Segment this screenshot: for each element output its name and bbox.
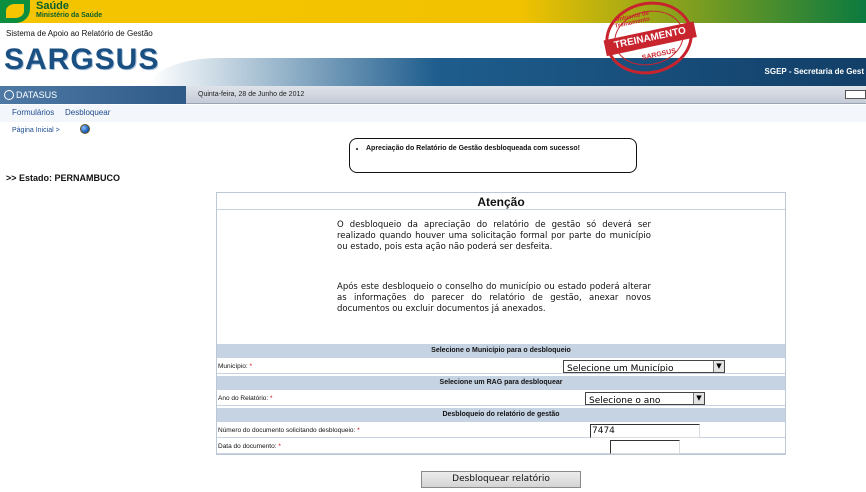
desbloquear-button[interactable]: Desbloquear relatório: [421, 471, 581, 488]
section-rag: Selecione um RAG para desbloquear: [217, 376, 785, 390]
estado-label: >> Estado: PERNAMBUCO: [6, 173, 121, 183]
row-ano: Ano do Relatório: * Selecione o ano ▼: [217, 391, 785, 406]
datasus-icon: [4, 90, 14, 100]
success-message: Apreciação do Relatório de Gestão desblo…: [366, 145, 580, 152]
label-ano: Ano do Relatório: *: [218, 395, 273, 402]
row-municipio: Município: * Selecione um Município ▼: [217, 359, 785, 374]
municipio-select-value: Selecione um Município: [567, 364, 674, 373]
app-logo: SARGSUS: [4, 43, 160, 76]
top-banner: Saúde Ministério da Saúde: [0, 0, 866, 23]
breadcrumb-home[interactable]: Página Inicial >: [12, 127, 60, 134]
ministerio-text: Ministério da Saúde: [36, 12, 103, 19]
secretaria-label: SGEP - Secretaria de Gest: [764, 67, 864, 76]
unlock-panel: Atenção O desbloqueio da apreciação do r…: [216, 192, 786, 455]
system-subtitle: Sistema de Apoio ao Relatório de Gestão: [6, 29, 153, 38]
nav-desbloquear[interactable]: Desbloquear: [65, 108, 110, 117]
label-data: Data do documento: *: [218, 443, 281, 450]
datasus-label: DATASUS: [16, 90, 58, 100]
row-data: Data do documento: *: [217, 439, 785, 454]
section-municipio: Selecione o Município para o desbloqueio: [217, 344, 785, 358]
saude-logo-text: Saúde: [36, 0, 70, 12]
nav-formularios[interactable]: Formulários: [12, 108, 54, 117]
header-swoosh: [150, 58, 866, 86]
datasus-bar: DATASUS Quinta-feira, 28 de Junho de 201…: [0, 86, 866, 104]
top-nav: Formulários Desbloquear: [0, 105, 866, 122]
label-municipio: Município: *: [218, 363, 252, 370]
current-date: Quinta-feira, 28 de Junho de 2012: [198, 91, 305, 98]
panel-title: Atenção: [477, 195, 525, 209]
section-desbloqueio: Desbloqueio do relatório de gestão: [217, 408, 785, 422]
ano-select[interactable]: Selecione o ano ▼: [585, 392, 705, 405]
municipio-select[interactable]: Selecione um Município ▼: [563, 360, 725, 373]
row-numero: Número do documento solicitando desbloqu…: [217, 423, 785, 438]
warning-paragraph-1: O desbloqueio da apreciação do relatório…: [337, 220, 651, 252]
title-divider: [217, 209, 785, 210]
numero-documento-input[interactable]: 7474: [590, 424, 700, 438]
gov-leaf-accent: [6, 4, 24, 18]
warning-paragraph-2: Após este desbloqueio o conselho do muni…: [337, 282, 651, 314]
header-small-input[interactable]: [845, 90, 866, 99]
label-numero: Número do documento solicitando desbloqu…: [218, 427, 360, 434]
success-message-box: Apreciação do Relatório de Gestão desblo…: [349, 138, 637, 173]
chevron-down-icon[interactable]: ▼: [713, 361, 724, 372]
datasus-logo: DATASUS: [0, 86, 186, 104]
ano-select-value: Selecione o ano: [589, 396, 661, 405]
chevron-down-icon[interactable]: ▼: [693, 393, 704, 404]
globe-icon[interactable]: [80, 124, 90, 134]
data-documento-input[interactable]: [610, 440, 680, 454]
